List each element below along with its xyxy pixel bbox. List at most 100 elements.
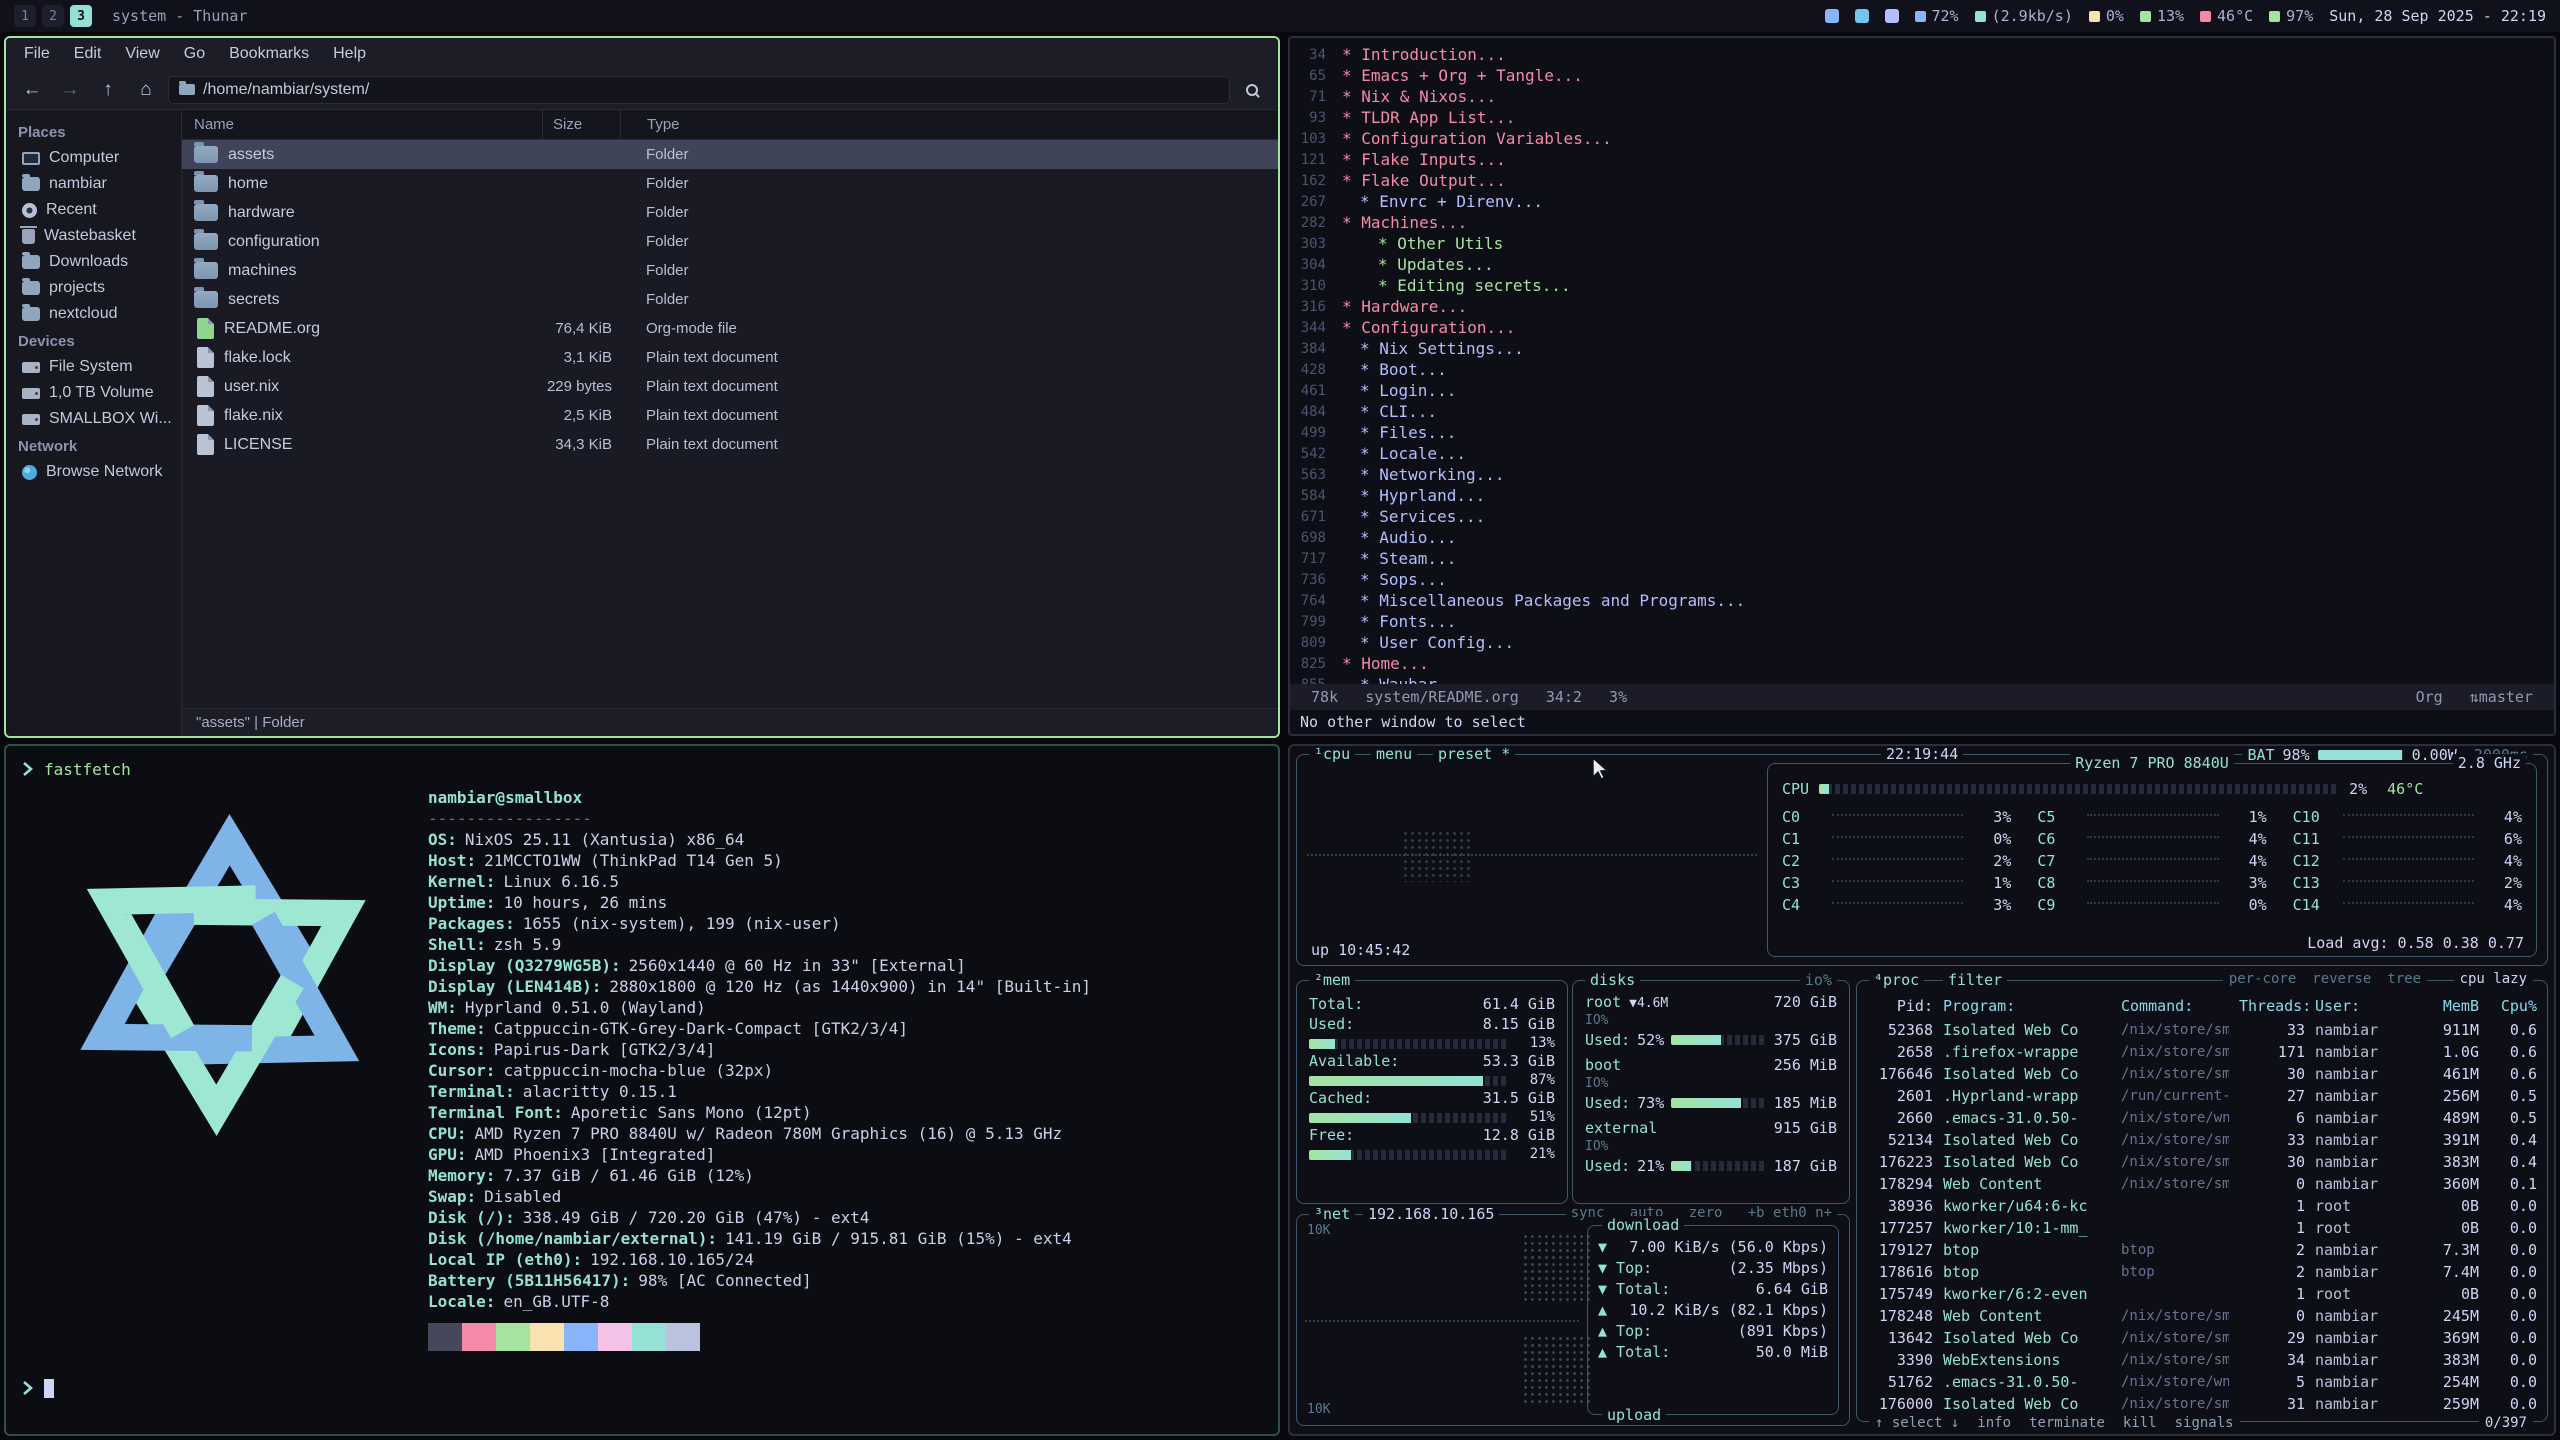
menu-item[interactable]: Edit [64, 42, 112, 66]
process-row[interactable]: 2660 .emacs-31.0.50- /nix/store/wnqz5pa8… [1867, 1107, 2537, 1129]
process-row[interactable]: 177257 kworker/10:1-mm_ 1 root 0B 0.0 [1867, 1217, 2537, 1239]
sidebar-item[interactable]: nambiar [6, 171, 181, 197]
org-heading-line[interactable]: 736 * Sops... [1290, 569, 2554, 590]
column-header-type[interactable]: Type [620, 110, 1278, 139]
org-heading-line[interactable]: 310 * Editing secrets... [1290, 275, 2554, 296]
menu-button[interactable]: menu [1371, 745, 1417, 763]
tray-module[interactable]: 46°C [2200, 7, 2253, 25]
file-row[interactable]: secrets Folder [182, 285, 1278, 314]
org-heading-line[interactable]: 162 * Flake Output... [1290, 170, 2554, 191]
tray-app-icon[interactable] [1855, 9, 1869, 23]
menu-item[interactable]: View [115, 42, 169, 66]
column-header-name[interactable]: Name [182, 116, 542, 133]
forward-button[interactable]: → [54, 76, 86, 104]
sort-selector[interactable]: cpu lazy [2454, 971, 2533, 987]
org-heading-line[interactable]: 499 * Files... [1290, 422, 2554, 443]
reverse-toggle[interactable]: reverse [2312, 971, 2371, 987]
file-row[interactable]: assets Folder [182, 140, 1278, 169]
org-heading-line[interactable]: 267 * Envrc + Direnv... [1290, 191, 2554, 212]
io-toggle[interactable]: io% [1800, 971, 1837, 989]
mem-box-tab[interactable]: ²mem [1309, 971, 1355, 989]
home-button[interactable]: ⌂ [130, 76, 162, 104]
column-header-size[interactable]: Size [542, 110, 620, 139]
process-row[interactable]: 179127 btop btop 2 nambiar 7.3M 0.0 [1867, 1239, 2537, 1261]
per-core-toggle[interactable]: per-core [2229, 971, 2296, 987]
process-row[interactable]: 38936 kworker/u64:6-kc 1 root 0B 0.0 [1867, 1195, 2537, 1217]
sidebar-item[interactable]: Wastebasket [6, 223, 181, 249]
org-heading-line[interactable]: 764 * Miscellaneous Packages and Program… [1290, 590, 2554, 611]
clock[interactable]: Sun, 28 Sep 2025 - 22:19 [2329, 7, 2546, 25]
org-heading-line[interactable]: 93 * TLDR App List... [1290, 107, 2554, 128]
org-heading-line[interactable]: 71 * Nix & Nixos... [1290, 86, 2554, 107]
process-row[interactable]: 2658 .firefox-wrappe /nix/store/sm8fnrf3… [1867, 1041, 2537, 1063]
terminate-button[interactable]: terminate [2029, 1415, 2105, 1431]
org-heading-line[interactable]: 809 * User Config... [1290, 632, 2554, 653]
workspace-button[interactable]: 1 [14, 5, 36, 27]
tray-module[interactable]: 13% [2140, 7, 2184, 25]
org-heading-line[interactable]: 303 * Other Utils [1290, 233, 2554, 254]
org-heading-line[interactable]: 855 * Waubar... [1290, 674, 2554, 684]
file-row[interactable]: LICENSE 34,3 KiB Plain text document [182, 430, 1278, 459]
net-box-tab[interactable]: ³net [1309, 1205, 1355, 1223]
terminal-window[interactable]: fastfetch nambiar@smallbox -------------… [4, 744, 1280, 1436]
process-row[interactable]: 178294 Web Content /nix/store/sm8fnrf3wp… [1867, 1173, 2537, 1195]
header-cpu[interactable]: Cpu% [2489, 997, 2537, 1015]
org-heading-line[interactable]: 65 * Emacs + Org + Tangle... [1290, 65, 2554, 86]
org-heading-line[interactable]: 103 * Configuration Variables... [1290, 128, 2554, 149]
menu-item[interactable]: Bookmarks [219, 42, 319, 66]
proc-box-tab[interactable]: ⁴proc [1869, 971, 1924, 989]
tray-app-icon[interactable] [1885, 9, 1899, 23]
file-row[interactable]: configuration Folder [182, 227, 1278, 256]
process-row[interactable]: 176646 Isolated Web Co /nix/store/sm8fnr… [1867, 1063, 2537, 1085]
search-button[interactable] [1236, 76, 1268, 104]
menu-item[interactable]: Help [323, 42, 376, 66]
org-heading-line[interactable]: 825 * Home... [1290, 653, 2554, 674]
process-row[interactable]: 13642 Isolated Web Co /nix/store/sm8fnrf… [1867, 1327, 2537, 1349]
org-heading-line[interactable]: 428 * Boot... [1290, 359, 2554, 380]
file-row[interactable]: README.org 76,4 KiB Org-mode file [182, 314, 1278, 343]
org-heading-line[interactable]: 671 * Services... [1290, 506, 2554, 527]
header-program[interactable]: Program: [1943, 997, 2111, 1015]
sidebar-item[interactable]: Computer [6, 145, 181, 171]
sidebar-item[interactable]: projects [6, 275, 181, 301]
path-bar[interactable]: /home/nambiar/system/ [168, 76, 1230, 104]
tray-module[interactable]: 72% [1915, 7, 1959, 25]
tray-app-icon[interactable] [1825, 9, 1839, 23]
org-heading-line[interactable]: 282 * Machines... [1290, 212, 2554, 233]
file-row[interactable]: hardware Folder [182, 198, 1278, 227]
tray-module[interactable]: 0% [2089, 7, 2124, 25]
menu-item[interactable]: File [14, 42, 60, 66]
org-heading-line[interactable]: 304 * Updates... [1290, 254, 2554, 275]
process-row[interactable]: 178248 Web Content /nix/store/sm8fnrf3wp… [1867, 1305, 2537, 1327]
filter-button[interactable]: filter [1943, 971, 2007, 989]
org-heading-line[interactable]: 384 * Nix Settings... [1290, 338, 2554, 359]
org-heading-line[interactable]: 717 * Steam... [1290, 548, 2554, 569]
file-row[interactable]: flake.lock 3,1 KiB Plain text document [182, 343, 1278, 372]
sidebar-item[interactable]: Downloads [6, 249, 181, 275]
workspace-button[interactable]: 2 [42, 5, 64, 27]
menu-item[interactable]: Go [174, 42, 215, 66]
process-row[interactable]: 176223 Isolated Web Co /nix/store/sm8fnr… [1867, 1151, 2537, 1173]
select-hint[interactable]: ↑ select ↓ [1875, 1415, 1959, 1431]
org-heading-line[interactable]: 484 * CLI... [1290, 401, 2554, 422]
process-row[interactable]: 178616 btop btop 2 nambiar 7.4M 0.0 [1867, 1261, 2537, 1283]
org-heading-line[interactable]: 542 * Locale... [1290, 443, 2554, 464]
sidebar-network-item[interactable]: Browse Network [6, 459, 181, 485]
org-heading-line[interactable]: 461 * Login... [1290, 380, 2554, 401]
org-heading-line[interactable]: 584 * Hyprland... [1290, 485, 2554, 506]
sidebar-device-item[interactable]: File System [6, 354, 181, 380]
process-row[interactable]: 2601 .Hyprland-wrapp /run/current-system… [1867, 1085, 2537, 1107]
cpu-box-tab[interactable]: ¹cpu [1309, 745, 1355, 763]
tray-module[interactable]: (2.9kb/s) [1975, 7, 2073, 25]
kill-button[interactable]: kill [2123, 1415, 2157, 1431]
file-row[interactable]: flake.nix 2,5 KiB Plain text document [182, 401, 1278, 430]
preset-button[interactable]: preset * [1433, 745, 1515, 763]
info-button[interactable]: info [1977, 1415, 2011, 1431]
workspace-button[interactable]: 3 [70, 5, 92, 27]
org-heading-line[interactable]: 121 * Flake Inputs... [1290, 149, 2554, 170]
file-row[interactable]: user.nix 229 bytes Plain text document [182, 372, 1278, 401]
tree-toggle[interactable]: tree [2387, 971, 2421, 987]
header-command[interactable]: Command: [2121, 997, 2229, 1015]
sidebar-device-item[interactable]: SMALLBOX Wi... [6, 406, 181, 432]
header-mem[interactable]: MemB [2417, 997, 2479, 1015]
